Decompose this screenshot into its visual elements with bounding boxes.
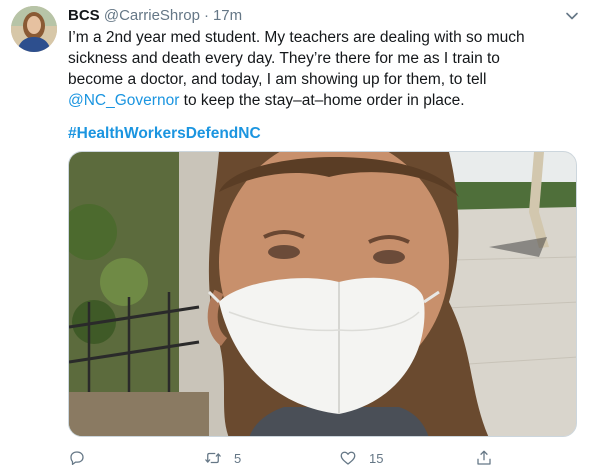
tweet-header: BCS @CarrieShrop · 17m [68, 6, 242, 26]
header-separator: · [203, 7, 209, 24]
tweet-text-main: I’m a 2nd year med student. My teachers … [68, 29, 525, 88]
tweet[interactable]: BCS @CarrieShrop · 17m I’m a 2nd year med … [0, 0, 595, 475]
mention-link[interactable]: @NC_Governor [68, 92, 179, 109]
chevron-down-icon[interactable] [565, 9, 579, 23]
hashtag-link[interactable]: #HealthWorkersDefendNC [68, 123, 261, 144]
retweet-count: 5 [234, 450, 242, 466]
author-handle[interactable]: @CarrieShrop [104, 7, 200, 24]
like-count: 15 [369, 450, 384, 466]
reply-icon [70, 451, 84, 466]
avatar[interactable] [11, 6, 57, 52]
tweet-actions: 5 15 [68, 447, 577, 469]
photo-image [69, 152, 576, 436]
retweet-button[interactable]: 5 [204, 447, 241, 469]
tweet-timestamp[interactable]: 17m [213, 7, 242, 24]
retweet-icon [205, 452, 221, 464]
like-button[interactable]: 15 [339, 447, 383, 469]
author-name[interactable]: BCS [68, 7, 100, 24]
share-icon [477, 450, 491, 465]
share-button[interactable] [475, 447, 505, 469]
reply-button[interactable] [68, 447, 98, 469]
heart-icon [340, 451, 356, 465]
tweet-text-end: to keep the stay–at–home order in place. [179, 92, 465, 109]
tweet-text: I’m a 2nd year med student. My teachers … [68, 27, 558, 111]
tweet-photo[interactable] [68, 151, 577, 437]
avatar-image [11, 6, 57, 52]
